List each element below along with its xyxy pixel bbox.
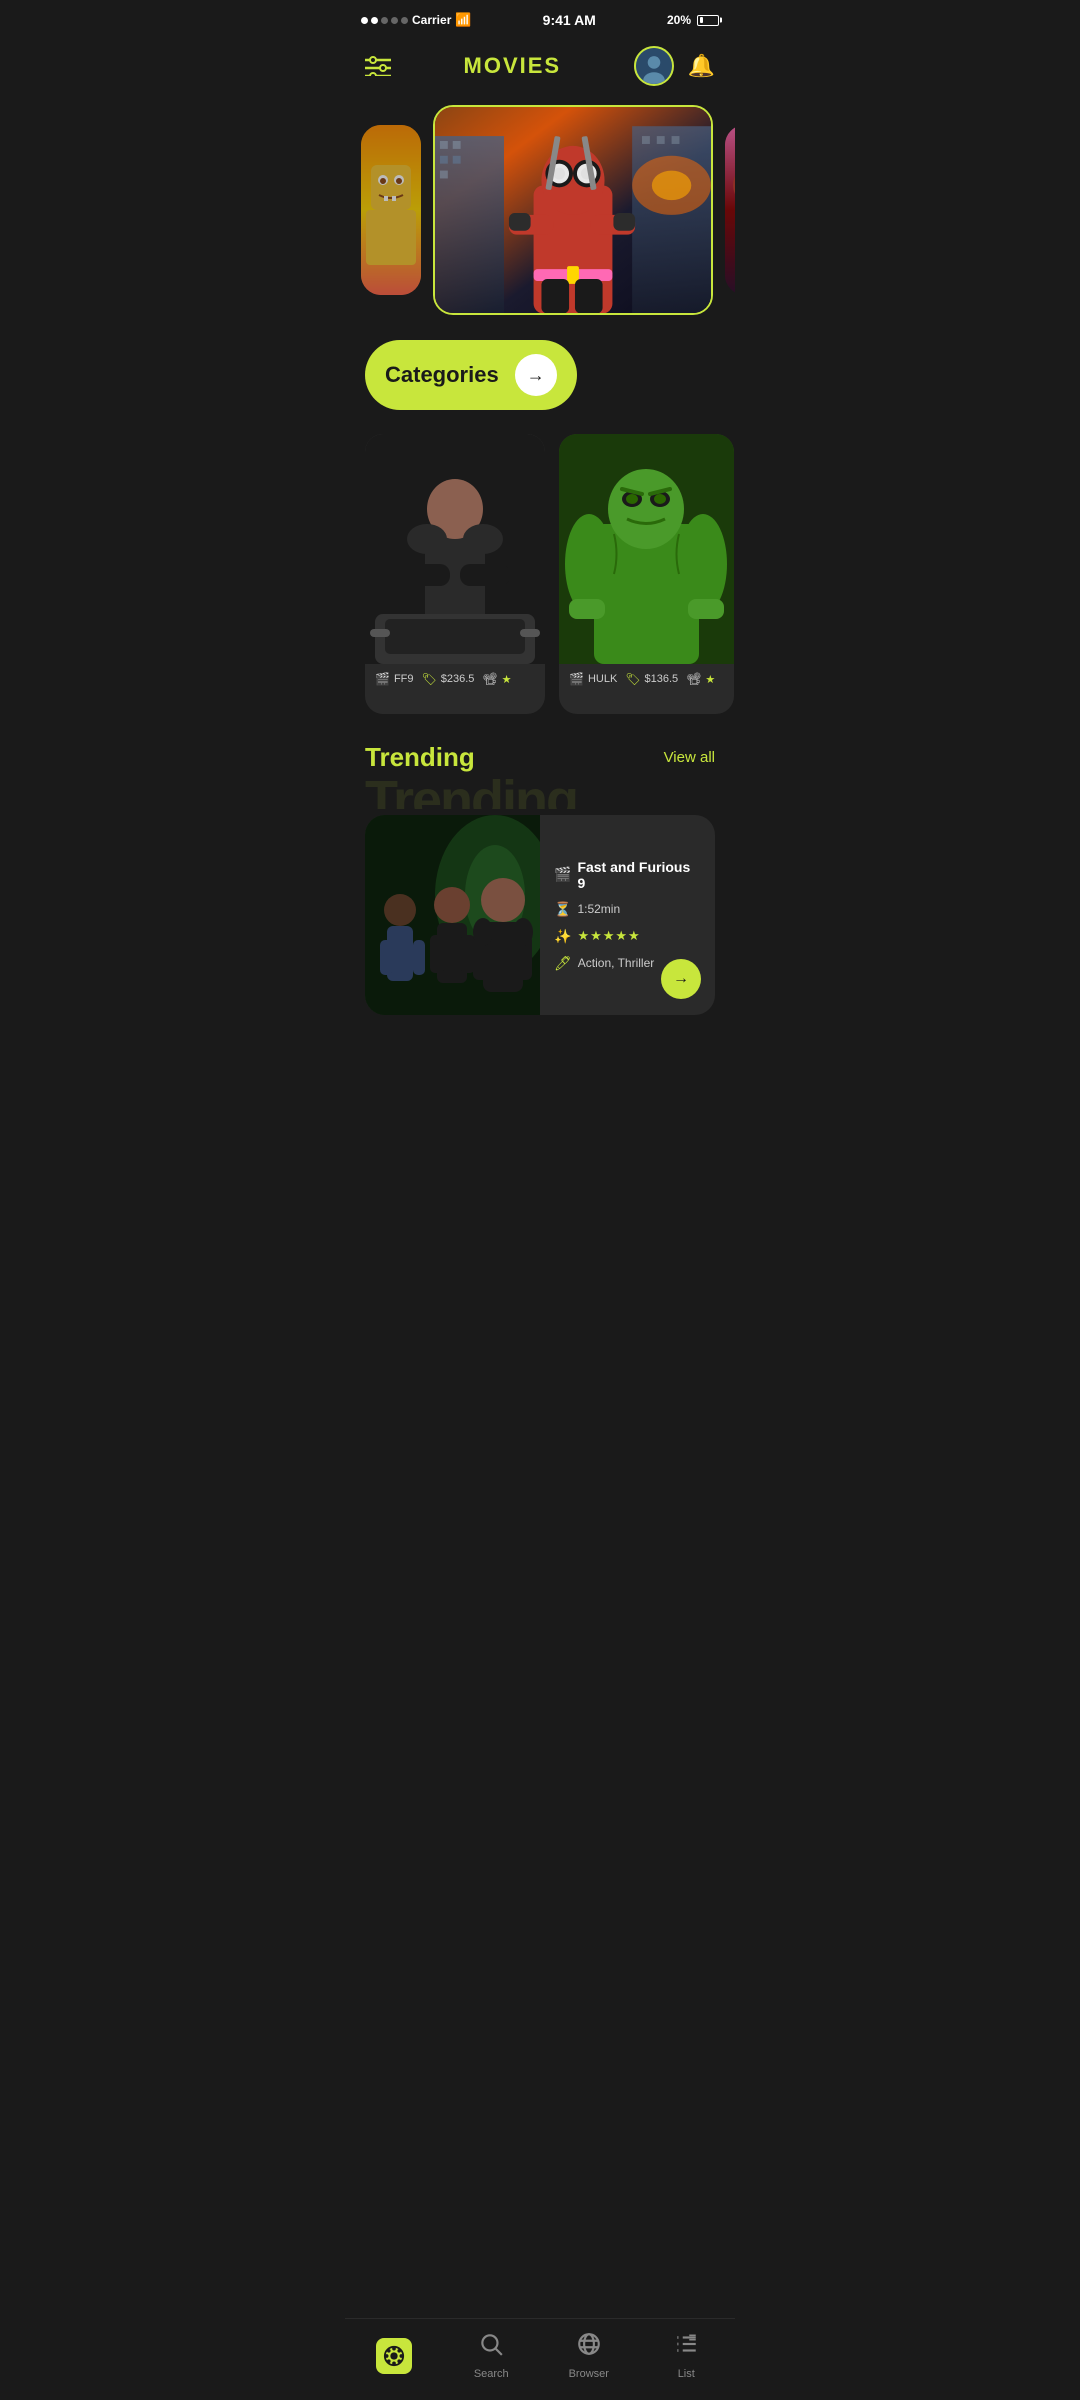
ff9-camera-icon: 📽	[482, 672, 497, 686]
carousel-item-monster[interactable]	[725, 125, 735, 295]
nav-item-browser[interactable]: Browser	[540, 2331, 638, 2380]
categories-button[interactable]: Categories →	[365, 340, 577, 410]
trending-movie-title: Fast and Furious 9	[577, 859, 701, 891]
ff9-title-info: 🎬 FF9	[375, 672, 414, 686]
search-icon	[478, 2331, 504, 2364]
search-nav-label: Search	[474, 2368, 509, 2380]
ff9-rating: ★	[502, 673, 512, 686]
browser-nav-label: Browser	[569, 2368, 609, 2380]
trending-duration: ⏳ 1:52min	[554, 901, 701, 918]
wifi-icon: 📶	[455, 12, 471, 28]
browser-globe-icon	[576, 2331, 602, 2364]
battery-percent: 20%	[667, 13, 691, 27]
battery-container	[697, 15, 719, 26]
trending-ff9-poster	[365, 815, 540, 1015]
filter-icon[interactable]	[365, 56, 391, 76]
hourglass-icon: ⏳	[554, 901, 571, 918]
monster-poster	[725, 125, 735, 295]
trending-section-wrapper: Trending View all Trending	[345, 742, 735, 1015]
nav-item-list[interactable]: List	[638, 2331, 736, 2380]
hulk-rating-info: 📽 ★	[686, 672, 715, 686]
battery-icon	[697, 15, 719, 26]
status-right: 20%	[667, 13, 719, 27]
go-arrow-icon: →	[673, 970, 689, 988]
trending-stars: ★★★★★	[577, 928, 640, 944]
movie-card-hulk[interactable]: 🎬 HULK 🏷 $136.5 📽 ★	[559, 434, 734, 714]
ff9-info: 🎬 FF9 🏷 $236.5 📽 ★	[365, 664, 545, 694]
signal-dots	[361, 17, 408, 24]
trending-card-ff9[interactable]: 🎬 Fast and Furious 9 ⏳ 1:52min ✨ ★★★★★ 🖊…	[365, 815, 715, 1015]
hulk-info: 🎬 HULK 🏷 $136.5 📽 ★	[559, 664, 734, 694]
hero-carousel	[345, 100, 735, 320]
notification-bell-icon[interactable]: 🔔	[688, 53, 715, 79]
categories-label: Categories	[385, 362, 499, 388]
carousel-item-deadpool[interactable]	[433, 105, 713, 315]
hulk-price-info: 🏷 $136.5	[625, 672, 678, 686]
ff9-price-info: 🏷 $236.5	[422, 672, 475, 686]
hulk-price: $136.5	[645, 673, 679, 685]
trending-watermark: Trending	[365, 779, 577, 809]
ff9-price: $236.5	[441, 673, 475, 685]
ff9-poster	[365, 434, 545, 664]
pen-icon: 🖊	[554, 955, 572, 972]
ff9-rating-info: 📽 ★	[482, 672, 511, 686]
carrier-label: Carrier	[412, 13, 451, 27]
deadpool-poster	[435, 107, 711, 313]
signal-dot-3	[381, 17, 388, 24]
signal-dot-4	[391, 17, 398, 24]
signal-dot-1	[361, 17, 368, 24]
list-nav-label: List	[678, 2368, 695, 2380]
hulk-title-info: 🎬 HULK	[569, 672, 617, 686]
trending-rating: ✨ ★★★★★	[554, 928, 701, 945]
battery-fill	[700, 17, 703, 23]
hulk-rating: ★	[705, 673, 715, 686]
categories-section: Categories →	[345, 340, 735, 434]
hulk-clapboard-icon: 🎬	[569, 672, 584, 686]
signal-dot-2	[371, 17, 378, 24]
nav-item-home[interactable]	[345, 2338, 443, 2374]
hulk-camera-icon: 📽	[686, 672, 701, 686]
header: MOVIES 🔔	[345, 36, 735, 100]
list-icon	[673, 2331, 699, 2364]
hulk-tag-icon: 🏷	[625, 672, 640, 686]
page-title: MOVIES	[464, 53, 562, 79]
status-bar: Carrier 📶 9:41 AM 20%	[345, 0, 735, 36]
bottom-nav: Search Browser	[345, 2318, 735, 2400]
ff9-title: FF9	[394, 673, 414, 685]
trending-section: Trending View all Trending	[345, 742, 735, 1015]
clap-icon: 🎬	[554, 866, 571, 883]
carousel-track	[345, 105, 735, 315]
film-reel-icon	[376, 2338, 412, 2374]
carousel-item-spongebob[interactable]	[361, 125, 421, 295]
trending-title: Trending	[365, 742, 475, 773]
trending-header: Trending View all	[365, 742, 715, 773]
avatar[interactable]	[634, 46, 674, 86]
header-actions: 🔔	[634, 46, 715, 86]
avatar-image	[636, 48, 672, 84]
trending-movie-icon: 🎬 Fast and Furious 9	[554, 859, 701, 891]
trending-duration-label: 1:52min	[577, 902, 620, 916]
signal-dot-5	[401, 17, 408, 24]
movie-card-ff9[interactable]: 🎬 FF9 🏷 $236.5 📽 ★	[365, 434, 545, 714]
categories-arrow-icon: →	[515, 354, 557, 396]
clapboard-icon: 🎬	[375, 672, 390, 686]
hulk-title: HULK	[588, 673, 617, 685]
status-left: Carrier 📶	[361, 12, 472, 28]
trending-go-button[interactable]: →	[661, 959, 701, 999]
hulk-poster	[559, 434, 734, 664]
status-time: 9:41 AM	[543, 12, 596, 28]
nav-item-search[interactable]: Search	[443, 2331, 541, 2380]
movies-grid: 🎬 FF9 🏷 $236.5 📽 ★	[345, 434, 735, 742]
spongebob-poster	[361, 125, 421, 295]
sparkle-icon: ✨	[554, 928, 571, 945]
view-all-link[interactable]: View all	[664, 749, 715, 766]
tag-icon: 🏷	[422, 672, 437, 686]
trending-genre-label: Action, Thriller	[578, 956, 654, 970]
